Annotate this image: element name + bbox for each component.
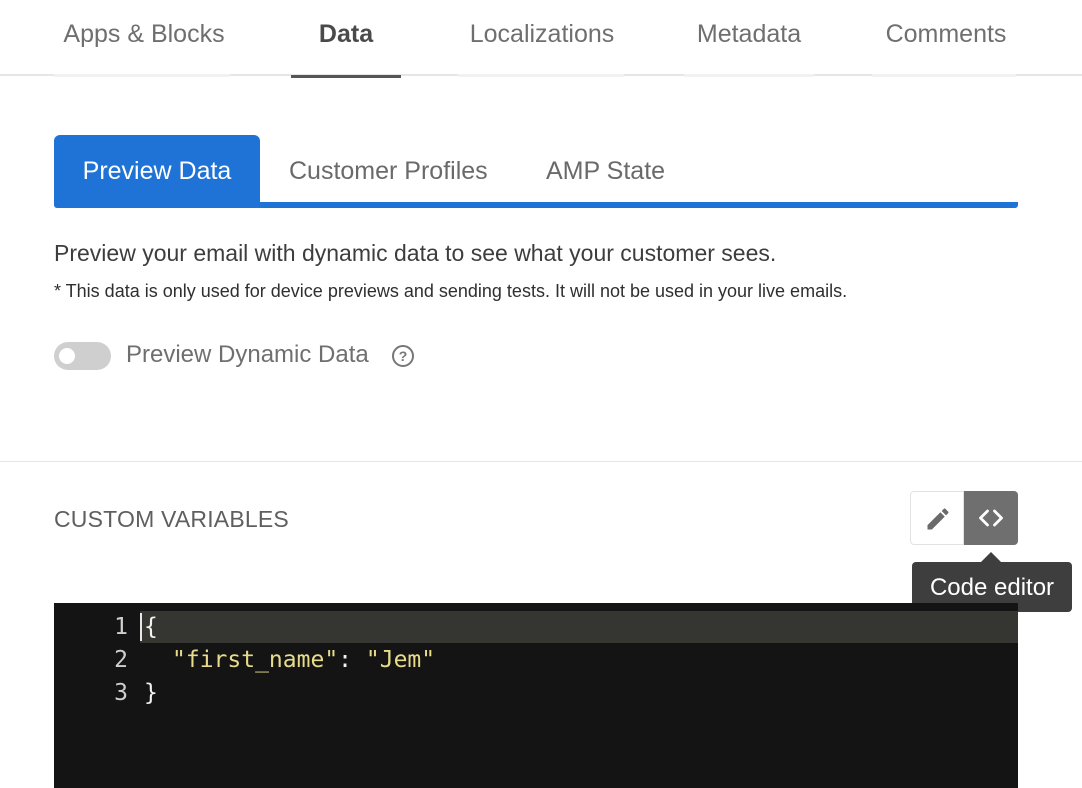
code-text: "first_name": "Jem" [172,644,435,676]
tooltip-arrow [981,552,1001,562]
edit-mode-button[interactable] [910,491,964,545]
code-brackets-icon [979,509,1003,527]
tab-divider-shadow [54,74,230,77]
pencil-icon [927,508,949,530]
code-editor[interactable]: 1 { 2 "first_name": "Jem" 3 } [54,603,1018,788]
top-tab-bar: Apps & Blocks Data Localizations Metadat… [0,0,1082,78]
tab-divider-shadow [872,74,1016,77]
code-line: 2 "first_name": "Jem" [54,644,1018,676]
tab-divider-shadow [458,74,624,77]
sub-tab-bar: Preview Data Customer Profiles AMP State [54,135,1018,208]
sub-tab-underline [54,202,1018,208]
preview-note: * This data is only used for device prev… [54,281,848,301]
question-circle-icon[interactable]: ? [392,345,414,367]
code-text: } [144,680,158,706]
custom-variables-title: CUSTOM VARIABLES [54,506,289,532]
tab-amp-state[interactable]: AMP State [546,135,665,202]
tab-data[interactable]: Data [291,0,401,78]
tab-divider-shadow [684,74,814,77]
tab-customer-profiles[interactable]: Customer Profiles [289,135,488,202]
code-line: 1 { [54,611,1018,643]
toggle-knob [59,348,75,364]
tab-preview-data[interactable]: Preview Data [54,135,260,202]
code-editor-button[interactable] [964,491,1018,545]
preview-description: Preview your email with dynamic data to … [54,240,777,266]
code-text: { [144,614,158,640]
line-number: 2 [114,647,128,673]
preview-dynamic-data-toggle[interactable] [54,342,111,370]
tab-apps-blocks[interactable]: Apps & Blocks [60,0,228,76]
tab-comments[interactable]: Comments [878,0,1014,76]
line-number: 3 [114,680,128,706]
json-value: "Jem" [365,647,436,673]
tab-metadata[interactable]: Metadata [688,0,810,76]
json-key: "first_name" [172,647,339,673]
code-line: 3 } [54,677,1018,709]
line-number: 1 [114,614,128,640]
tab-localizations[interactable]: Localizations [462,0,622,76]
json-separator: : [338,647,366,673]
section-divider [0,461,1082,462]
preview-dynamic-data-label: Preview Dynamic Data [126,341,369,368]
